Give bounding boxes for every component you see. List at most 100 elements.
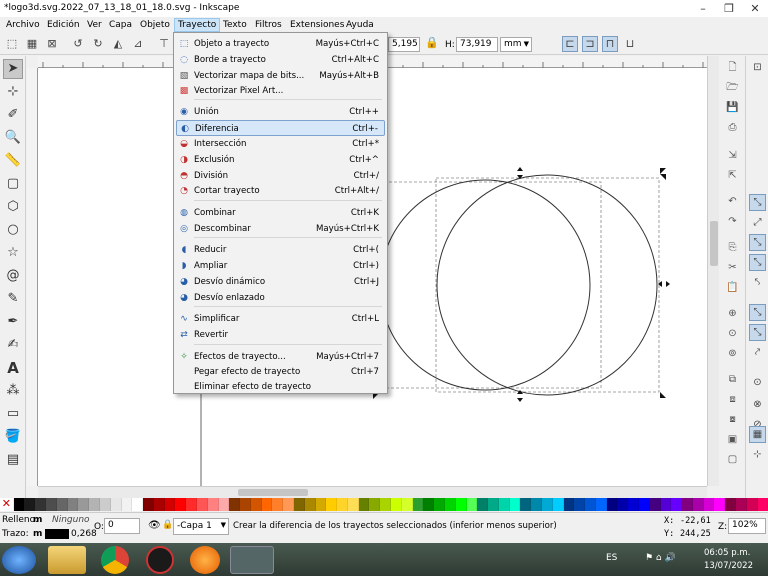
vertical-scroll-thumb[interactable] [710,221,718,266]
swatch[interactable] [498,498,510,511]
swatch[interactable] [240,498,251,511]
swatch[interactable] [369,498,381,511]
zoom-field[interactable]: 102% [728,518,766,534]
lock-icon[interactable]: 🔒 [424,36,440,52]
swatch[interactable] [455,498,467,511]
swatch[interactable] [326,498,338,511]
swatch[interactable] [692,498,704,511]
swatch[interactable] [725,498,737,511]
swatch[interactable] [121,498,133,511]
swatch[interactable] [488,498,499,511]
star-tool-icon[interactable]: ☆ [3,243,23,263]
swatch[interactable] [196,498,208,511]
menu-item-item-20[interactable]: Eliminar efecto de trayecto [176,379,385,395]
handle-top[interactable] [517,167,523,179]
unlink-clone-icon[interactable]: ⧇ [725,412,740,427]
spiral-tool-icon[interactable]: @ [3,266,23,286]
swatch[interactable] [358,498,370,511]
snap-cusp-icon[interactable]: ⤡ [749,304,766,321]
menu-texto[interactable]: Texto [220,18,250,32]
snap-smooth-icon[interactable]: ⤡ [749,324,766,341]
swatch[interactable] [294,498,305,511]
swatch[interactable] [13,498,25,511]
menu-item-dynamic-offset[interactable]: ◕ Desvío dinámico Ctrl+J [176,274,385,290]
swatch[interactable] [671,498,683,511]
handle-bottom-right[interactable] [660,392,666,398]
start-button-icon[interactable] [2,546,36,574]
minimize-button[interactable]: – [690,0,716,17]
paint-bucket-tool-icon[interactable]: 🪣 [3,427,23,447]
swatch[interactable] [391,498,402,511]
swatch[interactable] [337,498,348,511]
zoom-selection-icon[interactable]: ⊕ [725,306,740,321]
measure-tool-icon[interactable]: 📏 [3,151,23,171]
menu-edicion[interactable]: Edición [44,18,83,32]
move-patterns-icon[interactable]: ⊔ [622,36,638,52]
group-icon[interactable]: ▣ [725,432,740,447]
menu-item-inset[interactable]: ◖ Reducir Ctrl+( [176,242,385,258]
swatch[interactable] [261,498,273,511]
node-tool-icon[interactable]: ⊹ [3,82,23,102]
swatch[interactable] [660,498,672,511]
ellipse-tool-icon[interactable]: ○ [3,220,23,240]
ungroup-icon[interactable]: ▢ [725,452,740,467]
swatch[interactable] [595,498,607,511]
undo-icon[interactable]: ↶ [725,194,740,209]
x-field[interactable]: 5,195 [388,37,420,52]
swatch[interactable] [401,498,413,511]
swatch[interactable] [649,498,661,511]
cut-icon[interactable]: ✂ [725,260,740,275]
import-icon[interactable]: ⇲ [725,148,740,163]
swatch[interactable] [67,498,79,511]
swatch[interactable] [78,498,90,511]
menu-item-stroke-to-path[interactable]: ◌ Borde a trayecto Ctrl+Alt+C [176,52,385,68]
menu-ver[interactable]: Ver [84,18,105,32]
snap-grid-icon[interactable]: ▦ [749,426,766,443]
swatch[interactable] [520,498,532,511]
h-field[interactable]: 73,919 [456,37,498,52]
swatch[interactable] [186,498,197,511]
swatch[interactable] [574,498,586,511]
menu-item-division[interactable]: ◓ División Ctrl+/ [176,168,385,184]
swatch[interactable] [434,498,445,511]
fill-value[interactable]: Ninguno [52,515,90,525]
select-all-layers-icon[interactable]: ▦ [24,36,40,52]
gradient-tool-icon[interactable]: ▤ [3,450,23,470]
swatch[interactable] [99,498,111,511]
no-paint-swatch[interactable]: ✕ [0,498,14,511]
swatch[interactable] [175,498,187,511]
swatch[interactable] [347,498,359,511]
rotate-cw-icon[interactable]: ↻ [90,36,106,52]
tweak-tool-icon[interactable]: ✐ [3,105,23,125]
swatch[interactable] [477,498,489,511]
snap-bbox-corners-icon[interactable]: ⤡ [749,234,766,251]
print-icon[interactable]: ⎙ [725,120,740,135]
3dbox-tool-icon[interactable]: ⬡ [3,197,23,217]
snap-bbox-icon[interactable]: ⤡ [749,194,766,211]
move-gradients-icon[interactable]: ⊓ [602,36,618,52]
spray-tool-icon[interactable]: ⁂ [3,381,23,401]
swatch[interactable] [132,498,144,511]
flip-horizontal-icon[interactable]: ◭ [110,36,126,52]
export-icon[interactable]: ⇱ [725,168,740,183]
deselect-icon[interactable]: ⊠ [44,36,60,52]
swatch[interactable] [509,498,521,511]
tray-icons[interactable]: ⚑ ⌂ 🔊 [645,553,676,563]
swatch[interactable] [606,498,618,511]
snap-guides-icon[interactable]: ⊹ [749,446,766,463]
menu-item-exclusion[interactable]: ◑ Exclusión Ctrl+^ [176,152,385,168]
menu-item-outset[interactable]: ◗ Ampliar Ctrl+) [176,258,385,274]
selector-tool-icon[interactable]: ➤ [3,59,23,79]
handle-top-right[interactable] [660,168,666,180]
menu-item-path-effects[interactable]: ✧ Efectos de trayecto... Mayús+Ctrl+7 [176,349,385,365]
eraser-tool-icon[interactable]: ▭ [3,404,23,424]
swatch[interactable] [617,498,629,511]
swatch[interactable] [423,498,435,511]
swatch[interactable] [24,498,36,511]
zoom-page-icon[interactable]: ⊚ [725,346,740,361]
swatch[interactable] [531,498,542,511]
text-tool-icon[interactable]: A [3,358,23,378]
restore-button[interactable]: ❐ [716,0,742,17]
file-explorer-icon[interactable] [48,546,86,574]
menu-archivo[interactable]: Archivo [3,18,43,32]
